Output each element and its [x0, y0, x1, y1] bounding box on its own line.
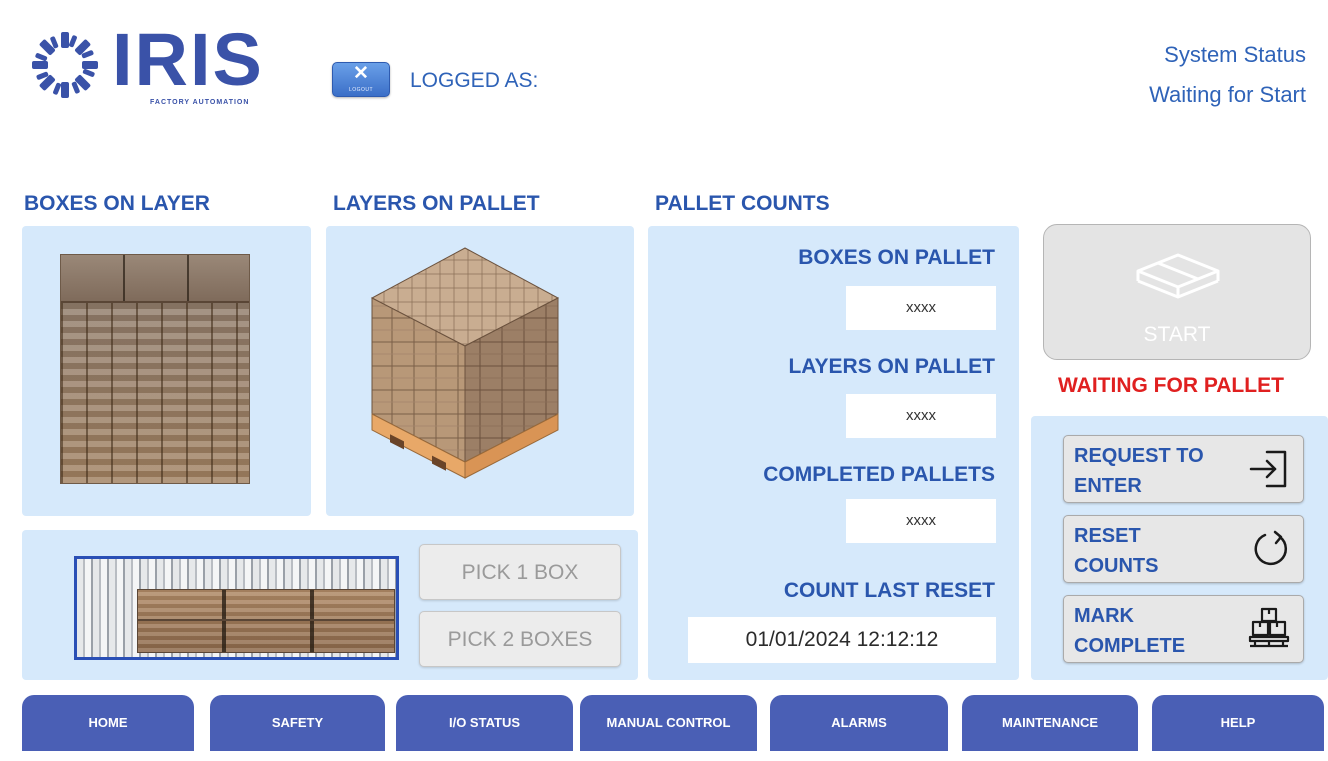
- boxes-on-pallet-value: xxxx: [846, 286, 996, 330]
- boxes-on-pallet-label: BOXES ON PALLET: [798, 246, 995, 269]
- nav-alarms[interactable]: ALARMS: [770, 695, 948, 751]
- pick-2-boxes-button[interactable]: PICK 2 BOXES: [419, 611, 621, 667]
- enter-icon: [1249, 450, 1287, 488]
- pallet-icon: [1136, 253, 1220, 299]
- iris-logo-icon: [32, 32, 98, 98]
- logout-label: LOGOUT: [348, 87, 374, 93]
- reset-counts-line2: COUNTS: [1074, 555, 1159, 577]
- reset-counts-line1: RESET: [1074, 525, 1141, 547]
- completed-pallets-label: COMPLETED PALLETS: [763, 463, 995, 486]
- count-last-reset-value: 01/01/2024 12:12:12: [688, 617, 996, 663]
- request-enter-line1: REQUEST TO: [1074, 445, 1204, 467]
- boxes-on-pallet-icon: [1248, 607, 1290, 648]
- logo-subtitle: FACTORY AUTOMATION: [150, 99, 250, 106]
- nav-maintenance[interactable]: MAINTENANCE: [962, 695, 1138, 751]
- layers-on-pallet-title: LAYERS ON PALLET: [333, 192, 540, 215]
- mark-complete-button[interactable]: MARK COMPLETE: [1063, 595, 1304, 663]
- waiting-status-text: WAITING FOR PALLET: [1058, 374, 1284, 397]
- request-to-enter-button[interactable]: REQUEST TO ENTER: [1063, 435, 1304, 503]
- mark-complete-line2: COMPLETE: [1074, 635, 1186, 657]
- conveyor-image: [74, 556, 399, 660]
- layers-on-pallet-value: xxxx: [846, 394, 996, 438]
- logout-button[interactable]: ✕ LOGOUT: [332, 62, 390, 97]
- count-last-reset-label: COUNT LAST RESET: [783, 579, 995, 602]
- system-status-label: System Status: [1164, 42, 1306, 67]
- reset-counts-button[interactable]: RESET COUNTS: [1063, 515, 1304, 583]
- request-enter-line2: ENTER: [1074, 475, 1142, 497]
- nav-help[interactable]: HELP: [1152, 695, 1324, 751]
- pick-1-box-button[interactable]: PICK 1 BOX: [419, 544, 621, 600]
- logo-text: IRIS: [112, 18, 264, 101]
- close-icon: ✕: [353, 63, 369, 84]
- pallet-stack-image: [370, 247, 560, 479]
- nav-manual-control[interactable]: MANUAL CONTROL: [580, 695, 757, 751]
- logged-as-label: LOGGED AS:: [410, 69, 539, 92]
- completed-pallets-value: xxxx: [846, 499, 996, 543]
- system-status-value: Waiting for Start: [1149, 82, 1306, 107]
- start-button[interactable]: START: [1043, 224, 1311, 360]
- nav-io-status[interactable]: I/O STATUS: [396, 695, 573, 751]
- mark-complete-line1: MARK: [1074, 605, 1134, 627]
- nav-home[interactable]: HOME: [22, 695, 194, 751]
- start-label: START: [1143, 323, 1211, 346]
- boxes-on-layer-title: BOXES ON LAYER: [24, 192, 210, 215]
- boxes-on-layer-image: [60, 254, 250, 484]
- nav-safety[interactable]: SAFETY: [210, 695, 385, 751]
- pallet-counts-title: PALLET COUNTS: [655, 192, 830, 215]
- layers-on-pallet-label: LAYERS ON PALLET: [788, 355, 995, 378]
- refresh-icon: [1254, 530, 1287, 566]
